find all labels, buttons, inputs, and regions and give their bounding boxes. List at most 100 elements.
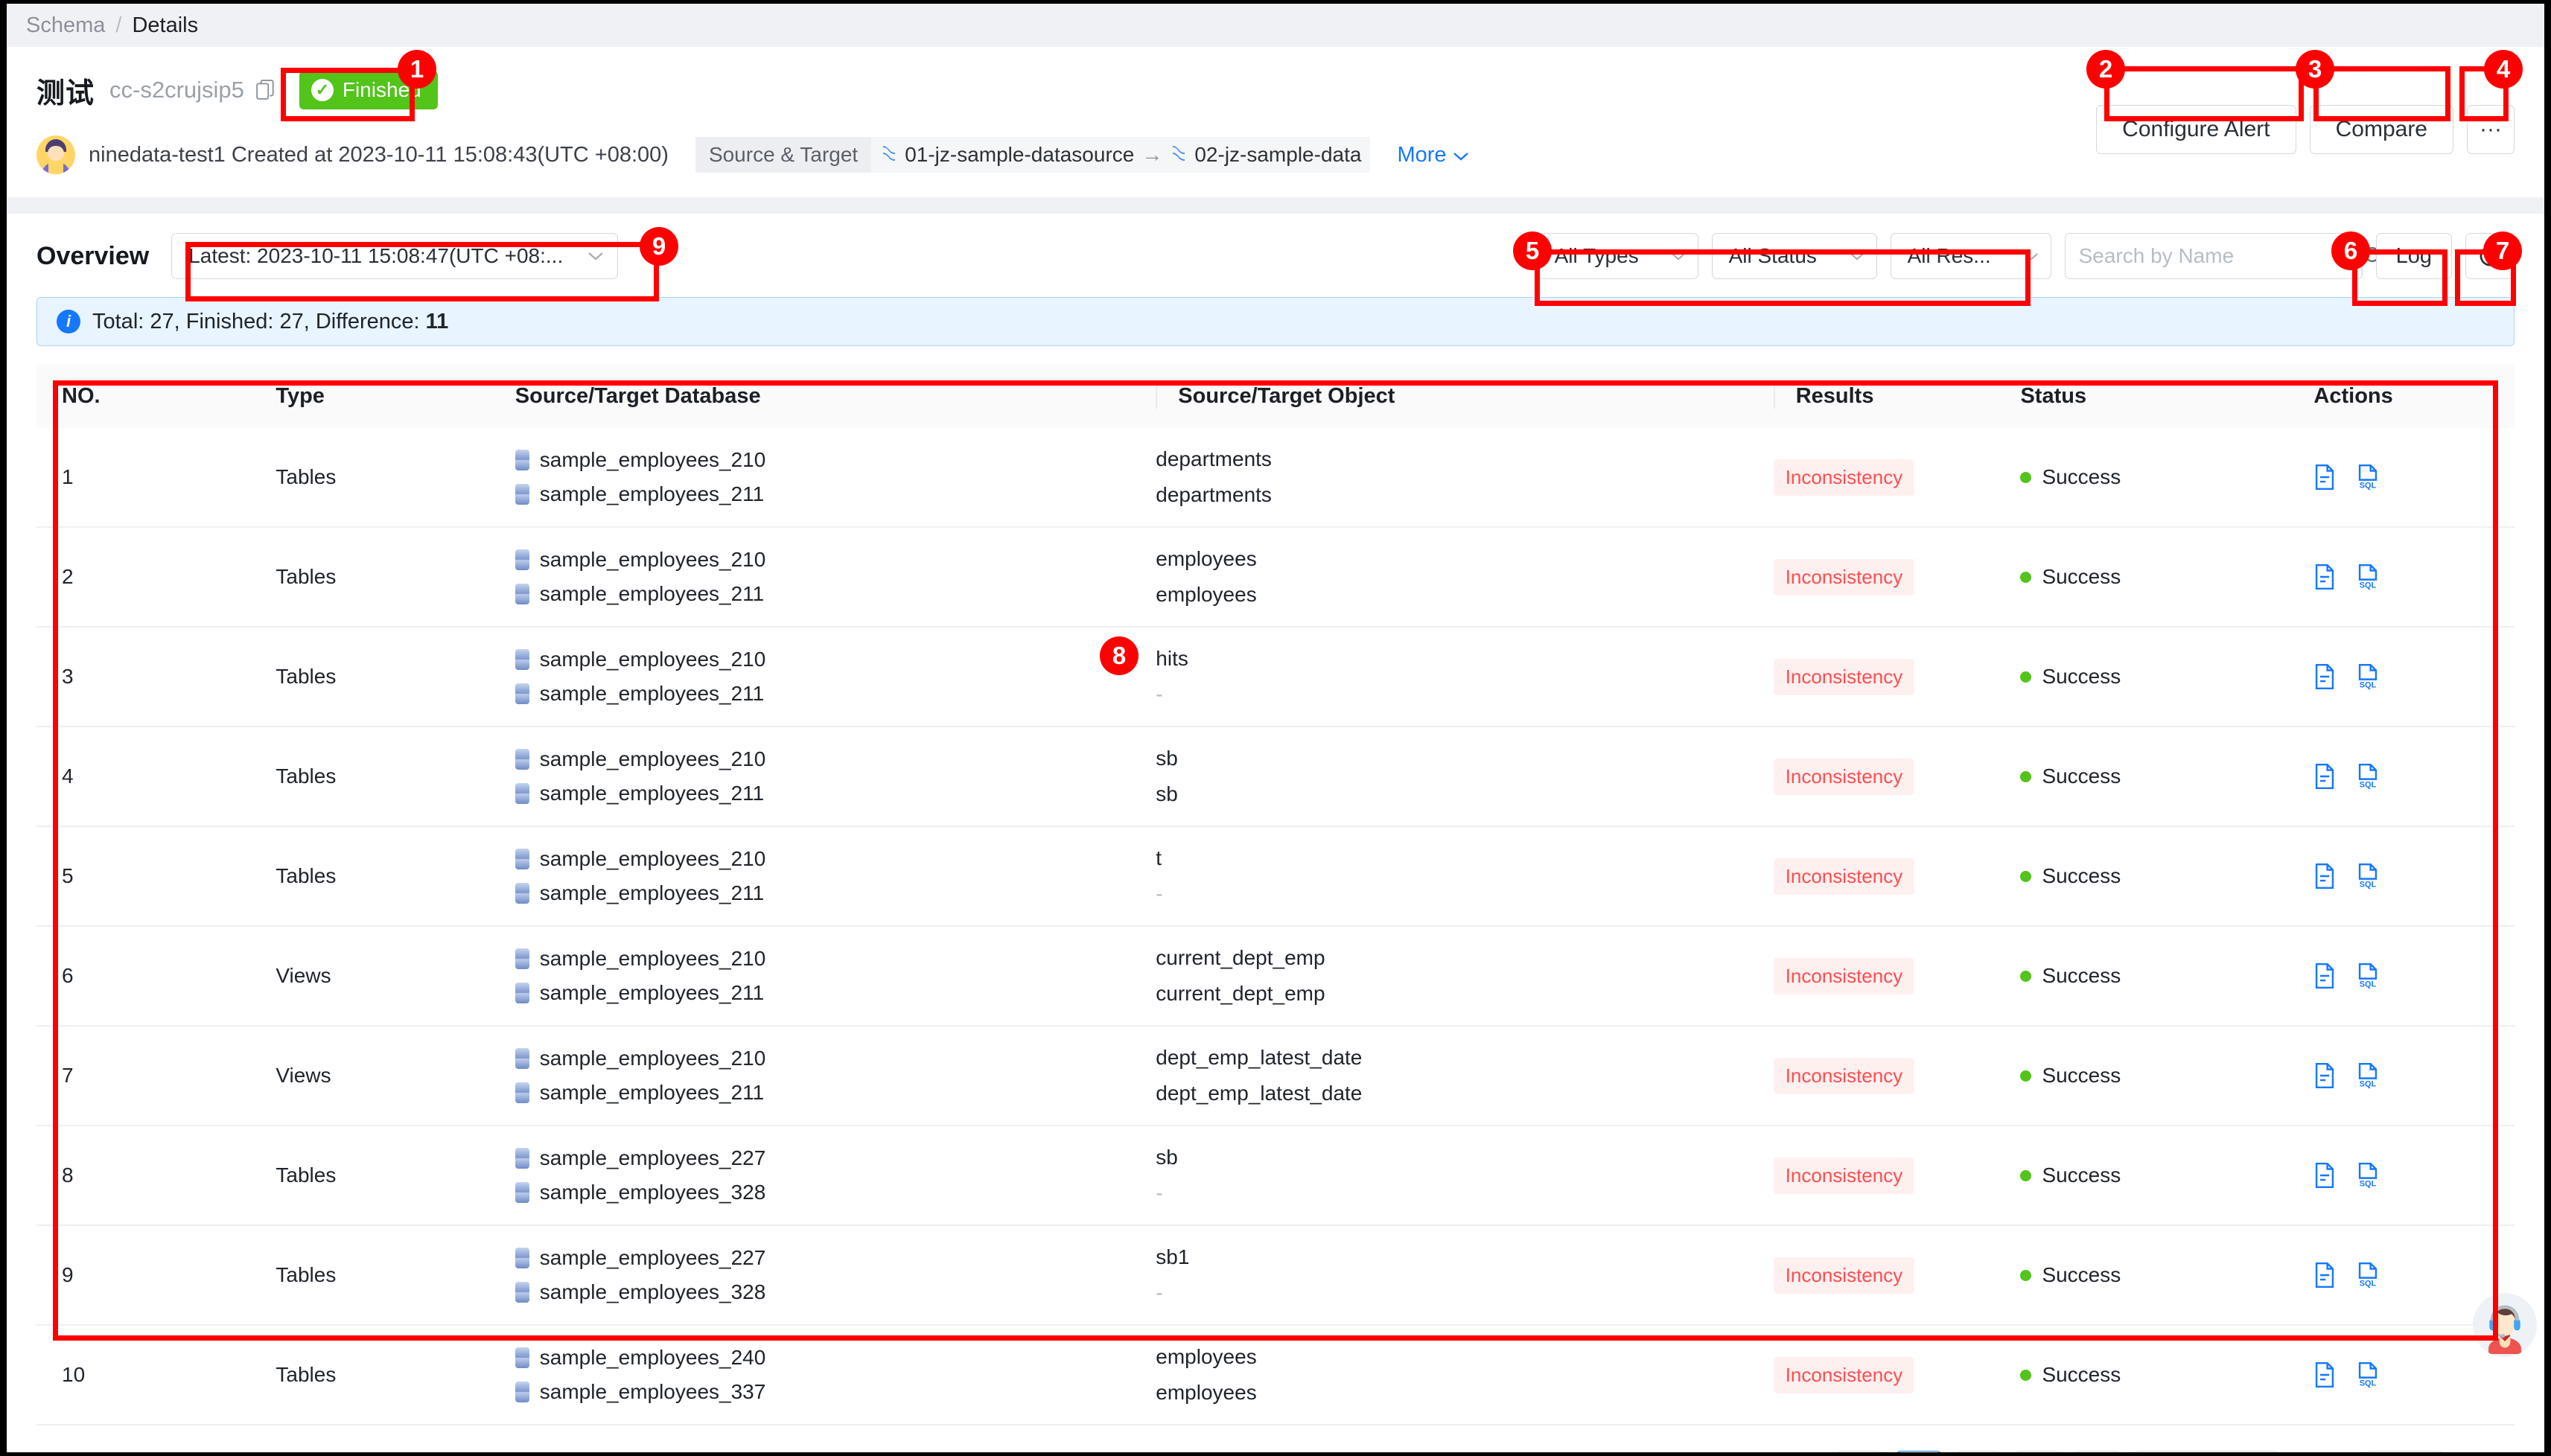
cell-no: 1 bbox=[36, 428, 276, 528]
database-icon bbox=[515, 649, 529, 670]
report-icon[interactable] bbox=[2313, 464, 2336, 490]
pagination-page-3[interactable]: 3 bbox=[2014, 1451, 2061, 1452]
report-icon[interactable] bbox=[2313, 1362, 2336, 1388]
status-badge-label: Finished bbox=[342, 78, 421, 101]
table-row[interactable]: 1 Tables sample_employees_210 sample_employ… bbox=[36, 428, 2515, 528]
table-row[interactable]: 3 Tables sample_employees_210 sample_employ… bbox=[36, 627, 2515, 727]
sql-file-icon[interactable]: SQL bbox=[2357, 863, 2379, 890]
source-object: dept_emp_latest_date bbox=[1156, 1046, 1363, 1069]
cell-no: 6 bbox=[36, 926, 276, 1026]
cell-database: sample_employees_210 sample_employees_211 bbox=[515, 428, 1156, 528]
run-select[interactable]: Latest: 2023-10-11 15:08:47(UTC +08:... bbox=[171, 233, 619, 279]
filter-status[interactable]: All Status bbox=[1711, 233, 1877, 279]
table-row[interactable]: 8 Tables sample_employees_227 sample_employ… bbox=[36, 1125, 2515, 1226]
report-icon[interactable] bbox=[2313, 764, 2336, 789]
cell-actions: SQL bbox=[2313, 428, 2515, 528]
svg-text:SQL: SQL bbox=[2360, 1280, 2377, 1288]
source-database: sample_employees_210 bbox=[515, 847, 1156, 871]
pagination-prev[interactable]: ‹ bbox=[1835, 1451, 1882, 1452]
sql-file-icon[interactable]: SQL bbox=[2357, 764, 2379, 790]
column-header-type: Type bbox=[276, 364, 515, 428]
sql-file-icon[interactable]: SQL bbox=[2357, 564, 2379, 590]
filter-results[interactable]: All Res... bbox=[1890, 233, 2051, 279]
svg-text:SQL: SQL bbox=[2360, 980, 2377, 989]
table-row[interactable]: 6 Views sample_employees_210 sample_employe… bbox=[36, 926, 2515, 1026]
pagination-page-1[interactable]: 1 bbox=[1895, 1451, 1942, 1452]
page-size-select[interactable]: 10 / page bbox=[2133, 1451, 2281, 1452]
table-row[interactable]: 9 Tables sample_employees_227 sample_employ… bbox=[36, 1225, 2515, 1326]
refresh-icon[interactable] bbox=[2465, 233, 2515, 279]
cell-status: Success bbox=[2020, 527, 2314, 628]
table-row[interactable]: 4 Tables sample_employees_210 sample_employ… bbox=[36, 727, 2515, 827]
target-object: dept_emp_latest_date bbox=[1156, 1082, 1363, 1105]
cell-status: Success bbox=[2020, 428, 2314, 528]
report-icon[interactable] bbox=[2313, 1262, 2336, 1288]
summary-banner-text: Total: 27, Finished: 27, Difference: 11 bbox=[92, 309, 449, 333]
cell-database: sample_employees_227 sample_employees_328 bbox=[515, 1125, 1156, 1226]
source-database: sample_employees_210 bbox=[515, 1047, 1156, 1070]
table-body: 1 Tables sample_employees_210 sample_employ… bbox=[36, 428, 2515, 1425]
source-target-chip: Source & Target 01-jz-sample-datasource … bbox=[695, 137, 1371, 173]
status-label: Success bbox=[2042, 1163, 2121, 1187]
more-link[interactable]: More bbox=[1397, 143, 1468, 167]
sql-file-icon[interactable]: SQL bbox=[2357, 1063, 2379, 1089]
status-dot bbox=[2020, 1169, 2032, 1181]
support-agent-icon[interactable] bbox=[2473, 1293, 2537, 1357]
status-label: Success bbox=[2042, 764, 2121, 788]
target-database: sample_employees_211 bbox=[515, 881, 1156, 905]
filter-types[interactable]: All Types bbox=[1537, 233, 1698, 279]
status-dot bbox=[2020, 1070, 2032, 1082]
target-object: sb bbox=[1156, 782, 1178, 805]
target-datasource[interactable]: 02-jz-sample-data bbox=[1170, 143, 1361, 167]
cell-object: sb1 - bbox=[1156, 1225, 1774, 1326]
difference-count: 11 bbox=[425, 309, 449, 333]
report-icon[interactable] bbox=[2313, 1063, 2336, 1088]
source-object: t bbox=[1156, 846, 1162, 869]
database-icon bbox=[515, 683, 529, 704]
table-header-row: NO. Type Source/Target Database Source/T… bbox=[36, 364, 2515, 428]
sql-file-icon[interactable]: SQL bbox=[2357, 664, 2379, 690]
pagination-page-2[interactable]: 2 bbox=[1955, 1451, 2001, 1452]
sql-file-icon[interactable]: SQL bbox=[2357, 963, 2379, 989]
cell-actions: SQL bbox=[2313, 826, 2515, 927]
table-row[interactable]: 2 Tables sample_employees_210 sample_employ… bbox=[36, 527, 2515, 628]
report-icon[interactable] bbox=[2313, 1163, 2336, 1188]
sql-file-icon[interactable]: SQL bbox=[2357, 464, 2379, 491]
sql-file-icon[interactable]: SQL bbox=[2357, 1163, 2379, 1189]
cell-type: Tables bbox=[276, 627, 515, 727]
column-header-results: Results bbox=[1773, 364, 2021, 428]
filter-status-value: All Status bbox=[1728, 244, 1817, 267]
configure-alert-button[interactable]: Configure Alert bbox=[2096, 105, 2296, 154]
source-datasource[interactable]: 01-jz-sample-datasource bbox=[880, 143, 1134, 167]
cell-object: sb - bbox=[1156, 1125, 1774, 1226]
cell-object: sb sb bbox=[1156, 727, 1774, 827]
compare-button[interactable]: Compare bbox=[2309, 105, 2453, 154]
report-icon[interactable] bbox=[2313, 564, 2336, 590]
source-database: sample_employees_240 bbox=[515, 1346, 1156, 1370]
cell-database: sample_employees_210 sample_employees_211 bbox=[515, 727, 1156, 827]
report-icon[interactable] bbox=[2313, 863, 2336, 889]
more-actions-button[interactable]: ··· bbox=[2467, 105, 2515, 154]
cell-object: departments departments bbox=[1156, 428, 1774, 528]
sql-file-icon[interactable]: SQL bbox=[2357, 1362, 2379, 1388]
table-row[interactable]: 10 Tables sample_employees_240 sample_emplo… bbox=[36, 1325, 2515, 1425]
source-target-label: Source & Target bbox=[695, 137, 872, 173]
avatar bbox=[36, 135, 75, 174]
report-icon[interactable] bbox=[2313, 963, 2336, 989]
report-icon[interactable] bbox=[2313, 664, 2336, 689]
copy-icon[interactable] bbox=[255, 78, 277, 102]
pagination-next[interactable]: › bbox=[2074, 1451, 2121, 1452]
svg-text:SQL: SQL bbox=[2360, 1379, 2377, 1388]
breadcrumb-schema[interactable]: Schema bbox=[26, 13, 105, 38]
goto-page-input[interactable] bbox=[2366, 1451, 2444, 1452]
table-row[interactable]: 5 Tables sample_employees_210 sample_employ… bbox=[36, 826, 2515, 927]
sql-file-icon[interactable]: SQL bbox=[2357, 1262, 2379, 1289]
log-button[interactable]: Log bbox=[2375, 233, 2452, 279]
search-input[interactable] bbox=[2065, 244, 2361, 268]
source-database: sample_employees_210 bbox=[515, 947, 1156, 971]
search-box[interactable] bbox=[2064, 233, 2383, 279]
table-row[interactable]: 7 Views sample_employees_210 sample_employe… bbox=[36, 1026, 2515, 1126]
cell-results: Inconsistency bbox=[1773, 926, 2021, 1026]
result-badge: Inconsistency bbox=[1773, 558, 1915, 596]
status-label: Success bbox=[2042, 465, 2121, 488]
